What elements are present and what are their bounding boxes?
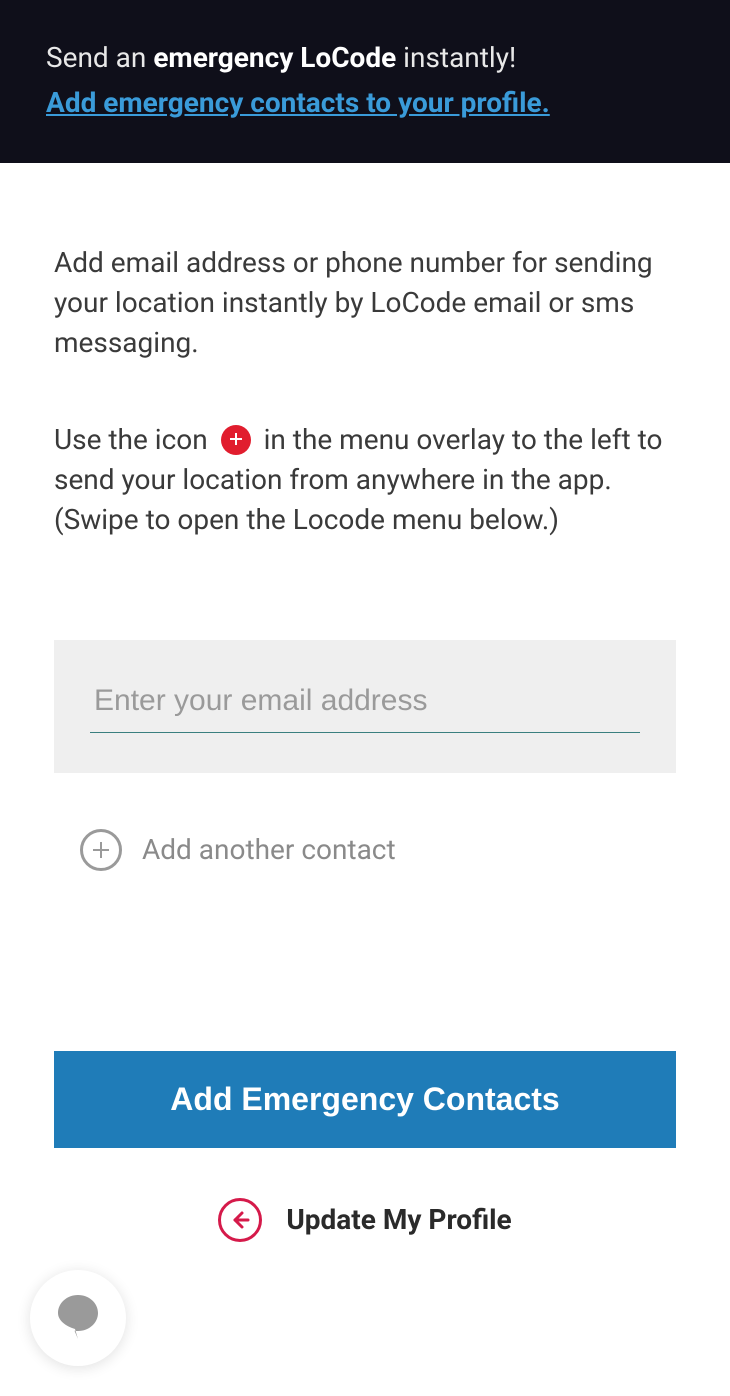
plus-circle-icon: [80, 829, 122, 871]
email-input[interactable]: [90, 676, 640, 733]
update-profile-button[interactable]: Update My Profile: [54, 1198, 676, 1272]
main-content: Add email address or phone number for se…: [0, 163, 730, 1272]
email-input-container: [54, 640, 676, 773]
intro-paragraph-1: Add email address or phone number for se…: [54, 243, 676, 362]
header-text-bold: emergency LoCode: [153, 41, 396, 74]
intro-2a: Use the icon: [54, 423, 215, 456]
header-text-2: instantly!: [396, 41, 516, 74]
header-line-1: Send an emergency LoCode instantly!: [46, 38, 684, 79]
update-profile-label: Update My Profile: [286, 1203, 511, 1236]
header-banner: Send an emergency LoCode instantly! Add …: [0, 0, 730, 163]
add-emergency-contacts-button[interactable]: Add Emergency Contacts: [54, 1051, 676, 1148]
add-contacts-link[interactable]: Add emergency contacts to your profile.: [46, 83, 550, 124]
chat-icon: [51, 1289, 105, 1347]
add-another-label: Add another contact: [142, 833, 396, 866]
header-text-1: Send an: [46, 41, 153, 74]
intro-paragraph-2: Use the icon in the menu overlay to the …: [54, 420, 676, 539]
emergency-plus-icon: [221, 425, 251, 455]
chat-fab-button[interactable]: [30, 1270, 126, 1366]
back-arrow-icon: [218, 1198, 262, 1242]
add-another-contact-button[interactable]: Add another contact: [54, 829, 676, 871]
